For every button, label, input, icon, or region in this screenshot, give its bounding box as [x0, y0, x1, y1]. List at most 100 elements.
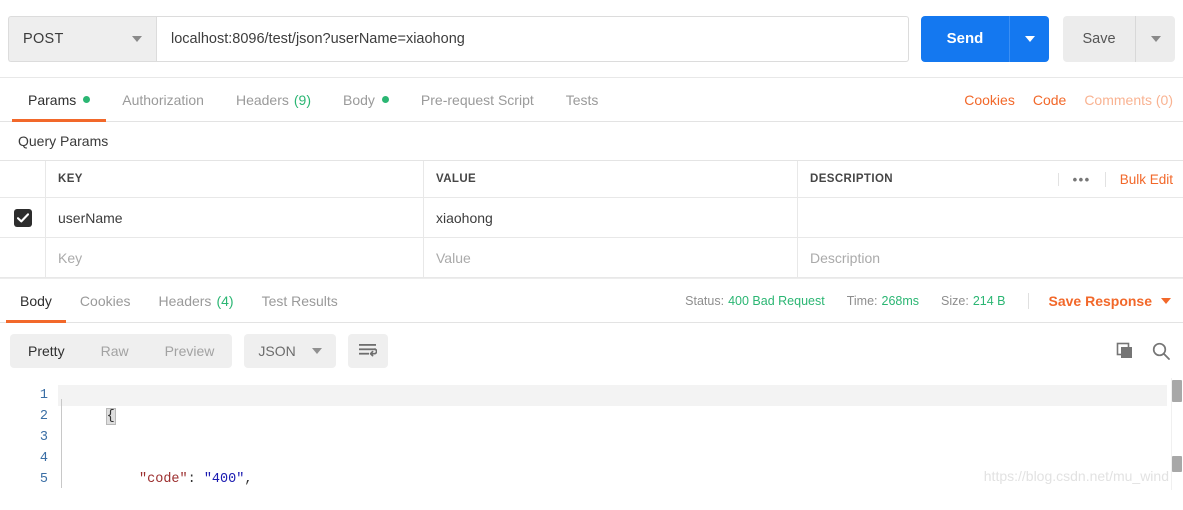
tab-pre-request-script-label: Pre-request Script — [420, 91, 534, 108]
code-vertical-scrollbar[interactable] — [1171, 378, 1183, 490]
table-row: userName xiaohong — [0, 198, 1183, 238]
tab-tests-label: Tests — [565, 91, 599, 108]
params-modified-dot-icon — [83, 96, 91, 103]
request-url-input[interactable]: localhost:8096/test/json?userName=xiaoho… — [156, 15, 909, 62]
json-colon: : — [187, 472, 204, 487]
send-options-button[interactable] — [1009, 15, 1049, 62]
chevron-down-icon — [311, 347, 322, 354]
tab-tests[interactable]: Tests — [550, 78, 615, 121]
empty-row-key-input[interactable]: Key — [46, 238, 424, 277]
row-key-input[interactable]: userName — [46, 198, 424, 237]
header-description: DESCRIPTION ••• Bulk Edit — [798, 161, 1183, 197]
copy-icon — [1116, 342, 1132, 358]
row-value-input[interactable]: xiaohong — [424, 198, 798, 237]
response-body-toolbar: Pretty Raw Preview JSON — [0, 323, 1183, 378]
line-number: 5 — [39, 472, 48, 487]
line-number: 3 — [39, 430, 48, 445]
tab-params-label: Params — [28, 91, 77, 108]
size-meta: Size: 214 B — [941, 294, 1005, 308]
body-modified-dot-icon — [381, 96, 389, 103]
response-tab-body-label: Body — [20, 292, 52, 309]
view-mode-raw[interactable]: Raw — [83, 334, 147, 368]
search-button[interactable] — [1151, 341, 1171, 361]
status-badge: Status: 400 Bad Request — [685, 294, 825, 308]
table-header-row: KEY VALUE DESCRIPTION ••• Bulk Edit — [0, 161, 1183, 198]
chevron-down-icon — [1150, 35, 1161, 42]
code-line-2: "code": "400", — [58, 448, 1183, 490]
tab-pre-request-script[interactable]: Pre-request Script — [405, 78, 550, 121]
response-tab-body[interactable]: Body — [6, 279, 66, 323]
response-tab-headers-count: (4) — [216, 292, 234, 309]
tab-headers-count: (9) — [293, 91, 311, 108]
line-number: 2 — [39, 409, 48, 424]
response-tab-test-results-label: Test Results — [261, 292, 338, 309]
comments-link[interactable]: Comments (0) — [1084, 92, 1173, 108]
row-checkbox-cell — [0, 198, 46, 237]
line-number: 1 — [39, 388, 48, 403]
header-description-label: DESCRIPTION — [810, 173, 893, 185]
chevron-down-icon — [1161, 297, 1171, 304]
query-params-table: KEY VALUE DESCRIPTION ••• Bulk Edit user… — [0, 160, 1183, 278]
format-select[interactable]: JSON — [244, 333, 336, 368]
tab-authorization[interactable]: Authorization — [106, 78, 220, 121]
json-key: "code" — [139, 472, 188, 487]
code-scrollbar-thumb[interactable] — [1172, 380, 1182, 402]
save-options-button[interactable] — [1135, 15, 1175, 62]
response-tab-headers-label: Headers — [158, 292, 212, 309]
response-body-code: 1 2 3 4 5 { "code": "400", "msg": "缺少必填参… — [0, 378, 1183, 490]
word-wrap-icon — [359, 344, 378, 357]
more-options-icon[interactable]: ••• — [1057, 172, 1105, 186]
save-response-label: Save Response — [1048, 292, 1153, 309]
header-value: VALUE — [424, 161, 798, 197]
view-mode-preview[interactable]: Preview — [147, 334, 233, 368]
cookies-link[interactable]: Cookies — [964, 92, 1015, 108]
json-value: "400" — [203, 472, 245, 487]
request-bar: POST localhost:8096/test/json?userName=x… — [0, 0, 1183, 78]
send-button[interactable]: Send — [921, 15, 1009, 62]
response-tab-test-results[interactable]: Test Results — [248, 279, 352, 322]
open-brace: { — [105, 408, 116, 425]
http-method-value: POST — [23, 30, 64, 47]
empty-row-description-input[interactable]: Description — [798, 238, 1183, 277]
word-wrap-button[interactable] — [347, 333, 388, 368]
tab-headers-label: Headers — [235, 91, 289, 108]
response-tab-cookies[interactable]: Cookies — [66, 279, 145, 322]
send-button-group: Send — [921, 15, 1049, 62]
http-method-select[interactable]: POST — [8, 15, 156, 62]
query-params-title: Query Params — [0, 122, 1183, 160]
header-checkbox-cell — [0, 161, 46, 197]
tab-body[interactable]: Body — [327, 78, 405, 121]
request-tabs: Params Authorization Headers (9) Body Pr… — [0, 78, 1183, 122]
row-enabled-checkbox[interactable] — [13, 208, 32, 227]
code-line-1: { — [58, 385, 1183, 448]
request-tabs-right-links: Cookies Code Comments (0) — [946, 78, 1183, 121]
code-editor[interactable]: { "code": "400", "msg": "缺少必填参数！", "data… — [58, 378, 1183, 490]
row-description-input[interactable] — [798, 198, 1183, 237]
status-label: Status: — [685, 293, 725, 308]
save-button[interactable]: Save — [1063, 15, 1135, 62]
empty-row-value-input[interactable]: Value — [424, 238, 798, 277]
request-url-value: localhost:8096/test/json?userName=xiaoho… — [171, 30, 465, 47]
tab-headers[interactable]: Headers (9) — [220, 78, 327, 121]
chevron-down-icon — [1024, 35, 1035, 42]
bulk-edit-button[interactable]: Bulk Edit — [1104, 171, 1183, 187]
tab-params[interactable]: Params — [12, 78, 107, 122]
response-tab-headers[interactable]: Headers (4) — [145, 279, 248, 322]
size-label: Size: — [941, 293, 969, 308]
time-value: 268ms — [881, 293, 920, 308]
view-mode-pretty[interactable]: Pretty — [10, 334, 83, 368]
code-link[interactable]: Code — [1033, 92, 1066, 108]
tab-authorization-label: Authorization — [122, 91, 204, 108]
response-meta: Status: 400 Bad Request Time: 268ms Size: 2… — [663, 279, 1183, 322]
copy-button[interactable] — [1115, 341, 1135, 361]
status-value: 400 Bad Request — [728, 293, 825, 308]
code-scrollbar-thumb-secondary[interactable] — [1172, 456, 1182, 472]
save-response-button[interactable]: Save Response — [1027, 292, 1171, 309]
time-meta: Time: 268ms — [847, 294, 919, 308]
view-mode-segmented-control: Pretty Raw Preview — [10, 333, 233, 368]
response-tab-cookies-label: Cookies — [79, 292, 131, 309]
time-label: Time: — [846, 293, 878, 308]
table-row-empty: Key Value Description — [0, 238, 1183, 278]
header-key: KEY — [46, 161, 424, 197]
save-button-group: Save — [1063, 15, 1175, 62]
